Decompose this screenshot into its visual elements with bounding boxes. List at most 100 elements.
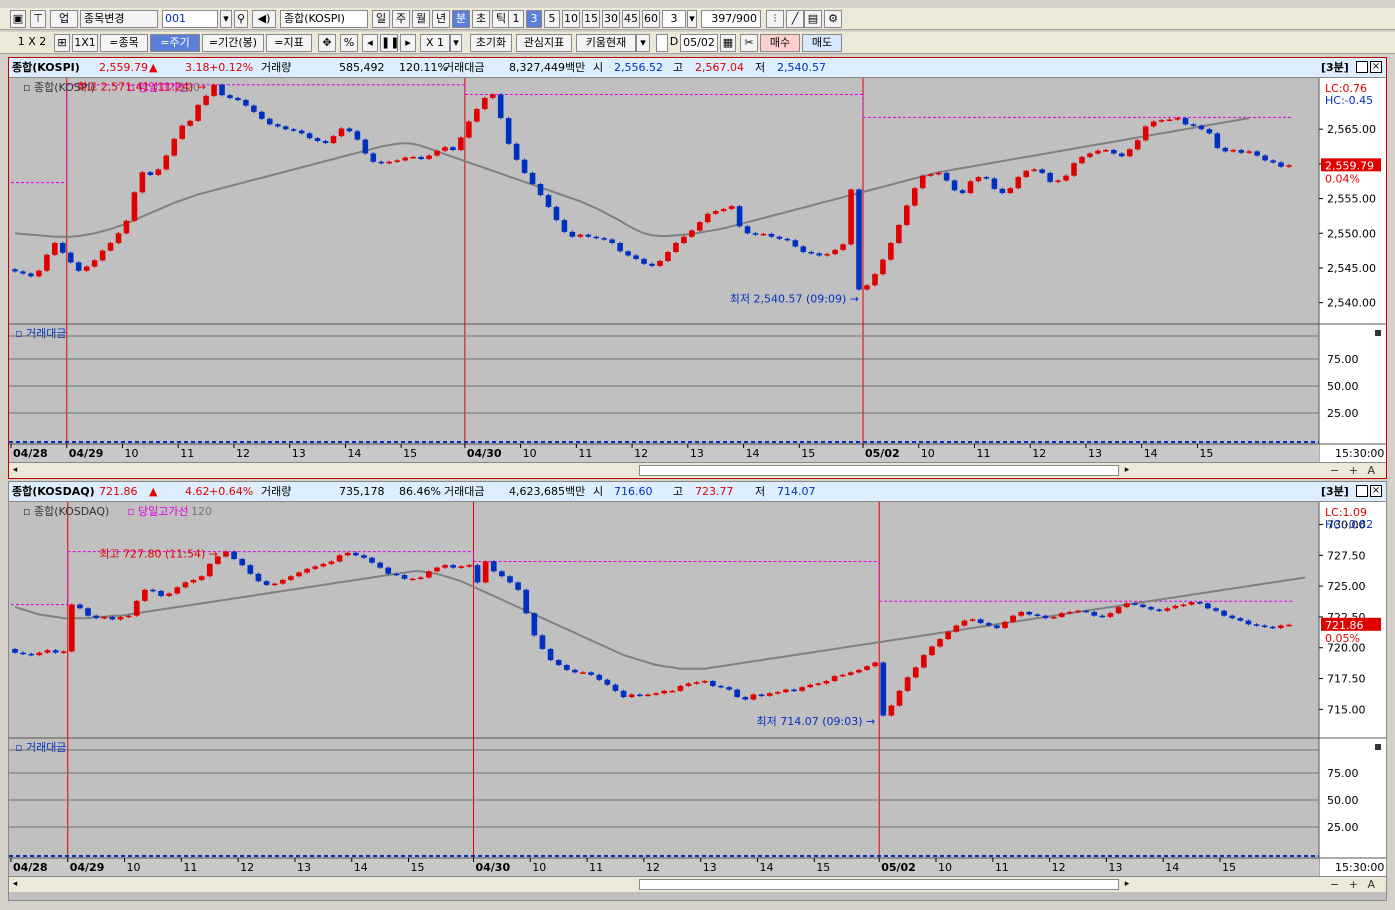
item-button[interactable]: =종목	[100, 34, 148, 52]
candle-body	[1182, 118, 1189, 125]
scroll-right-icon[interactable]: ▸	[1121, 464, 1133, 477]
period-button-3[interactable]: 년	[432, 10, 450, 28]
candle-body	[1099, 615, 1106, 618]
reset-button[interactable]: 초기화	[470, 34, 512, 52]
period-button-4[interactable]: 분	[452, 10, 470, 28]
candle-body	[259, 111, 265, 119]
candle-body	[831, 676, 838, 682]
candle	[704, 212, 711, 224]
subpane-close-icon[interactable]	[1375, 744, 1381, 750]
candle-body	[1071, 163, 1077, 176]
sell-button[interactable]: 매도	[802, 34, 842, 52]
interest-indicator-button[interactable]: 관심지표	[516, 34, 572, 52]
pause-icon[interactable]: ❚❚	[380, 34, 398, 52]
one-by-one-button[interactable]: 1X1	[72, 34, 98, 52]
x-tick-label: 04/29	[69, 447, 104, 460]
interval-input[interactable]: 3	[662, 10, 686, 28]
period-button-5[interactable]: 초	[472, 10, 490, 28]
period-button-1[interactable]: 주	[392, 10, 410, 28]
trend-line-icon[interactable]: ╱	[786, 10, 804, 28]
interval-button-5[interactable]: 30	[602, 10, 620, 28]
period-button-2[interactable]: 월	[412, 10, 430, 28]
scroll-left-icon[interactable]: ◂	[9, 464, 21, 477]
layout-label[interactable]: 1 X 2	[10, 34, 54, 52]
multiplier-dropdown-icon[interactable]: ▾	[450, 34, 462, 52]
interval-button-1[interactable]: 3	[526, 10, 542, 28]
kiwoom-dropdown-icon[interactable]: ▾	[636, 34, 650, 52]
maximize-icon[interactable]	[1356, 61, 1368, 73]
indicator-button[interactable]: =지표	[266, 34, 312, 52]
date-checkbox[interactable]	[656, 34, 668, 52]
candle-body	[872, 274, 878, 286]
scrollbar-thumb[interactable]	[639, 465, 1119, 476]
interval-button-3[interactable]: 10	[562, 10, 580, 28]
horizontal-scrollbar[interactable]: ◂ ▸ − + A	[9, 876, 1386, 892]
index-name-field[interactable]: 종합(KOSPI)	[280, 10, 368, 28]
candle	[59, 241, 66, 254]
candle	[139, 171, 146, 194]
maximize-icon[interactable]	[1356, 485, 1368, 497]
candle-body	[696, 222, 703, 231]
count-field[interactable]: 397/900	[701, 10, 761, 28]
candle-body	[880, 259, 886, 275]
buy-button[interactable]: 매수	[760, 34, 800, 52]
interval-dropdown-icon[interactable]: ▾	[687, 10, 697, 28]
candle-body	[1245, 620, 1252, 625]
zoom-tools[interactable]: − + A	[1330, 463, 1378, 479]
interval-button-2[interactable]: 5	[544, 10, 560, 28]
kiwoom-current-select[interactable]: 키움현재	[576, 34, 636, 52]
item-change-select[interactable]: 종목변경	[80, 10, 158, 28]
candle-body	[36, 652, 43, 656]
eraser-icon[interactable]: ✂	[740, 34, 758, 52]
candle-body	[344, 552, 351, 556]
candle	[141, 588, 148, 603]
next-icon[interactable]: ▸	[400, 34, 416, 52]
window-icon[interactable]: ▣	[10, 10, 26, 28]
interval-button-7[interactable]: 60	[642, 10, 660, 28]
volume-value: 735,178	[339, 485, 385, 498]
x-tick-label: 12	[634, 447, 648, 460]
scrollbar-thumb[interactable]	[639, 879, 1119, 890]
candle-body	[768, 233, 775, 237]
market-select[interactable]: 업	[50, 10, 78, 28]
date-input[interactable]: 05/02	[680, 34, 718, 52]
candle-body	[807, 684, 814, 688]
term-button[interactable]: =기간(봉)	[202, 34, 264, 52]
scroll-right-icon[interactable]: ▸	[1121, 878, 1133, 891]
grid-layout-icon[interactable]: ⊞	[54, 34, 70, 52]
x-tick-label: 14	[759, 861, 773, 874]
code-dropdown-icon[interactable]: ▾	[220, 10, 232, 28]
chart-type-icon[interactable]: ⫶	[766, 10, 784, 28]
subpane-close-icon[interactable]	[1375, 330, 1381, 336]
percent-button[interactable]: %	[340, 34, 358, 52]
prev-icon[interactable]: ◂	[362, 34, 378, 52]
interval-button-6[interactable]: 45	[622, 10, 640, 28]
calendar-icon[interactable]: ▦	[720, 34, 736, 52]
search-icon[interactable]: ⚲	[234, 10, 248, 28]
interval-button-4[interactable]: 15	[582, 10, 600, 28]
volume-pct: 120.11%	[399, 61, 448, 74]
zoom-tools[interactable]: − + A	[1330, 877, 1378, 893]
candle	[1071, 161, 1077, 177]
period-button-0[interactable]: 일	[372, 10, 390, 28]
candle-body	[951, 180, 958, 191]
x-tick-label: 15	[1199, 447, 1213, 460]
candle-body	[529, 172, 536, 184]
interval-button-0[interactable]: 1	[508, 10, 524, 28]
close-icon[interactable]: ×	[1370, 61, 1382, 73]
pin-icon[interactable]: ⊤	[30, 10, 46, 28]
save-icon[interactable]: ▤	[804, 10, 822, 28]
candle-body	[458, 137, 464, 150]
horizontal-scrollbar[interactable]: ◂ ▸ − + A	[9, 462, 1386, 478]
settings-gear-icon[interactable]: ⚙	[824, 10, 842, 28]
close-icon[interactable]: ×	[1370, 485, 1382, 497]
sound-icon[interactable]: ◀)	[252, 10, 276, 28]
candle	[133, 599, 140, 617]
scroll-left-icon[interactable]: ◂	[9, 878, 21, 891]
multiplier-select[interactable]: X 1	[420, 34, 450, 52]
crosshair-icon[interactable]: ✥	[318, 34, 336, 52]
code-input[interactable]: 001	[162, 10, 218, 28]
candle	[67, 251, 74, 264]
cycle-button[interactable]: =주기	[150, 34, 200, 52]
up-arrow-icon: ▲	[149, 485, 158, 498]
